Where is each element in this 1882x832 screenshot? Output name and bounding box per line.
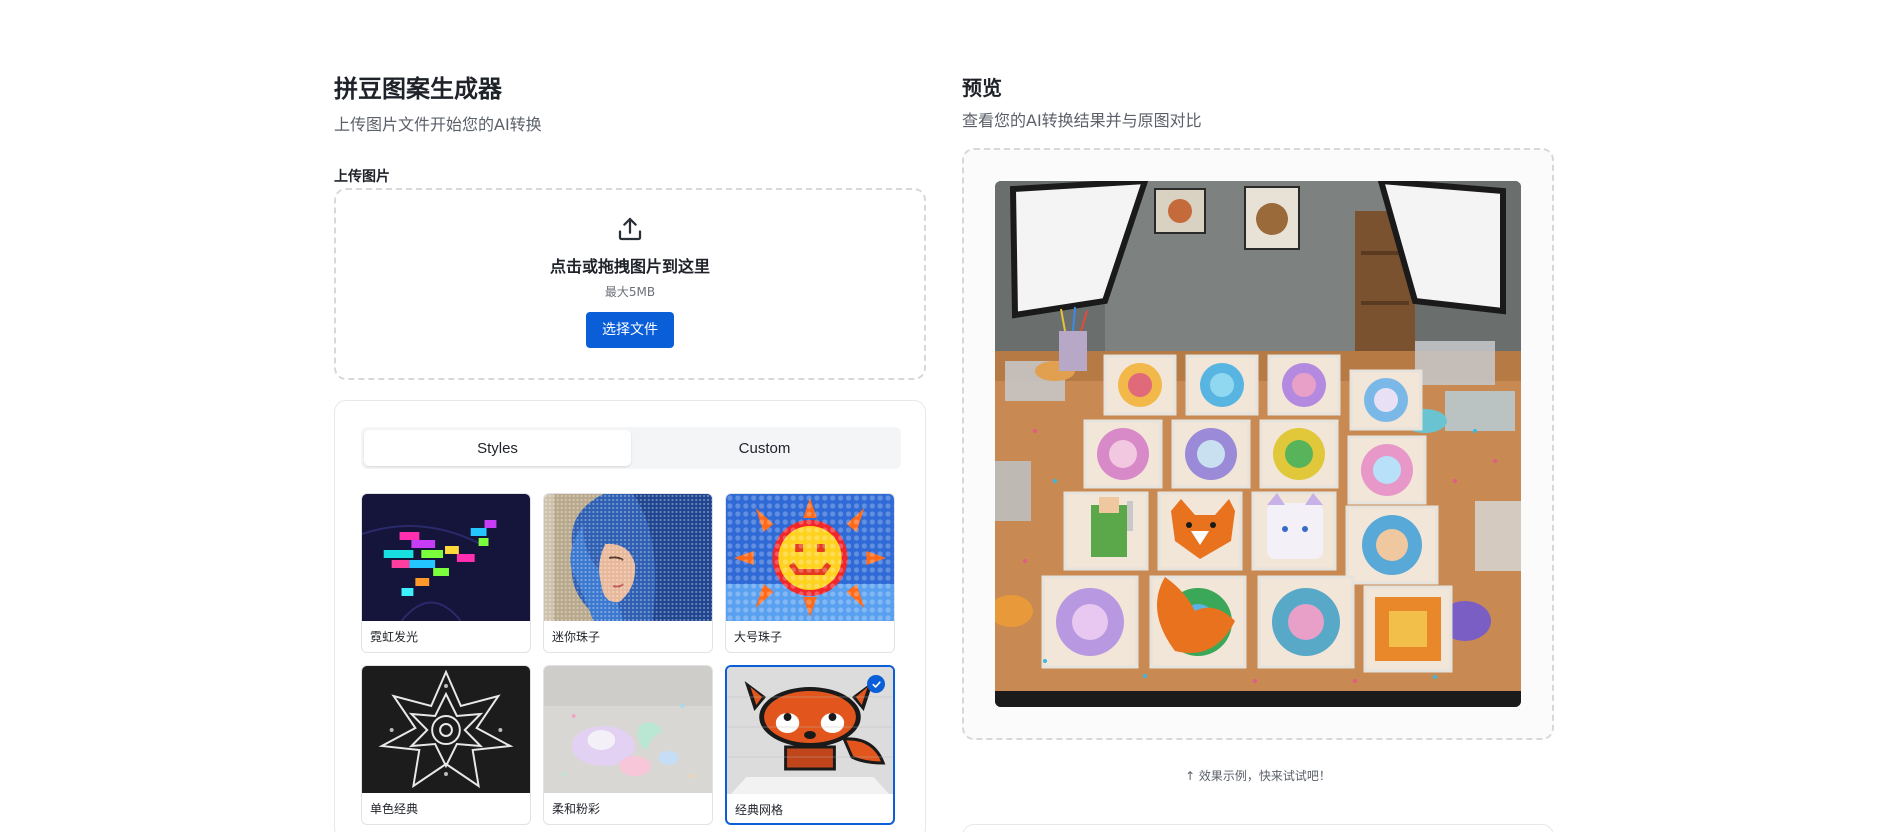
upload-label: 上传图片 (334, 169, 390, 185)
generator-panel: 拼豆图案生成器 上传图片文件开始您的AI转换 上传图片 点击或拖拽图片到这里 最… (334, 72, 926, 832)
style-option-mini-beads[interactable]: 迷你珠子 (543, 493, 713, 653)
monochrome-style-thumbnail (362, 666, 530, 793)
pastel-style-thumbnail (544, 666, 712, 793)
style-option-large-beads[interactable]: 大号珠子 (725, 493, 895, 653)
selected-check-icon (867, 675, 885, 693)
page-title: 拼豆图案生成器 (334, 75, 502, 103)
style-selector: Styles Custom 霓虹发光 迷你珠子 大号珠子 单色经典 柔和粉彩 经… (334, 400, 926, 832)
style-option-pastel[interactable]: 柔和粉彩 (543, 665, 713, 825)
preview-title: 预览 (962, 76, 1002, 100)
style-option-classic-grid[interactable]: 经典网格 (725, 665, 895, 825)
style-label: 霓虹发光 (370, 630, 419, 644)
tab-custom[interactable]: Custom (631, 430, 898, 466)
next-section-card (962, 824, 1554, 832)
style-option-neon[interactable]: 霓虹发光 (361, 493, 531, 653)
style-tabs: Styles Custom (361, 427, 901, 469)
choose-file-button[interactable]: 选择文件 (586, 312, 674, 348)
mini-beads-style-thumbnail (544, 494, 712, 621)
large-beads-style-thumbnail (726, 494, 894, 621)
preview-panel: 预览 查看您的AI转换结果并与原图对比 ↑ 效果示例，快来试试吧！ (962, 72, 1554, 784)
upload-icon (618, 217, 642, 241)
upload-dropzone[interactable]: 点击或拖拽图片到这里 最大5MB 选择文件 (334, 188, 926, 380)
tab-styles[interactable]: Styles (364, 430, 631, 466)
style-label: 经典网格 (735, 803, 784, 817)
upload-size-hint: 最大5MB (604, 285, 656, 299)
page: 拼豆图案生成器 上传图片文件开始您的AI转换 上传图片 点击或拖拽图片到这里 最… (0, 0, 1882, 832)
style-label: 柔和粉彩 (552, 802, 601, 816)
upload-prompt: 点击或拖拽图片到这里 (549, 257, 710, 276)
style-option-monochrome[interactable]: 单色经典 (361, 665, 531, 825)
style-label: 单色经典 (370, 802, 419, 816)
style-grid: 霓虹发光 迷你珠子 大号珠子 单色经典 柔和粉彩 经典网格 (361, 493, 899, 825)
example-preview-image (995, 181, 1521, 707)
preview-area (962, 148, 1554, 740)
style-label: 大号珠子 (734, 630, 783, 644)
style-label: 迷你珠子 (552, 630, 601, 644)
example-note: ↑ 效果示例，快来试试吧！ (1185, 769, 1331, 783)
neon-style-thumbnail (362, 494, 530, 621)
page-subtitle: 上传图片文件开始您的AI转换 (334, 115, 542, 134)
preview-subtitle: 查看您的AI转换结果并与原图对比 (962, 111, 1202, 130)
